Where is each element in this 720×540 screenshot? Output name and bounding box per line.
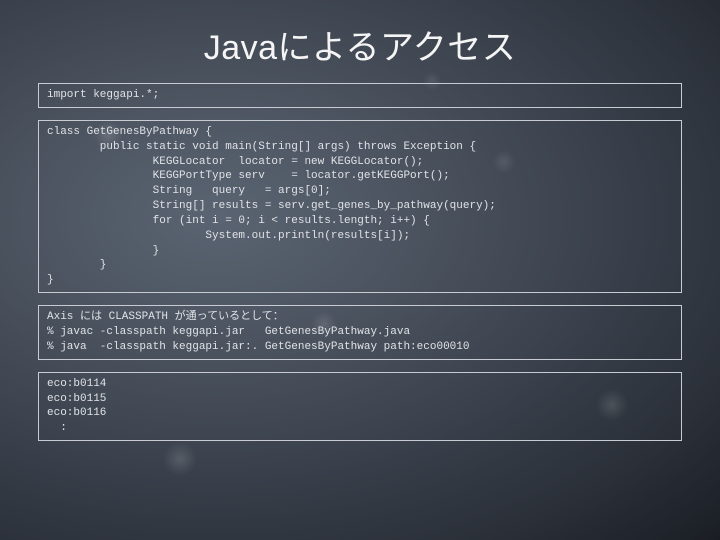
slide: Javaによるアクセス import keggapi.*; class GetG… xyxy=(0,0,720,540)
code-output-box: eco:b0114 eco:b0115 eco:b0116 : xyxy=(38,372,682,441)
code-class-box: class GetGenesByPathway { public static … xyxy=(38,120,682,293)
code-import-box: import keggapi.*; xyxy=(38,83,682,108)
slide-title: Javaによるアクセス xyxy=(38,20,682,69)
code-compile-box: Axis には CLASSPATH が通っているとして： % javac -cl… xyxy=(38,305,682,360)
